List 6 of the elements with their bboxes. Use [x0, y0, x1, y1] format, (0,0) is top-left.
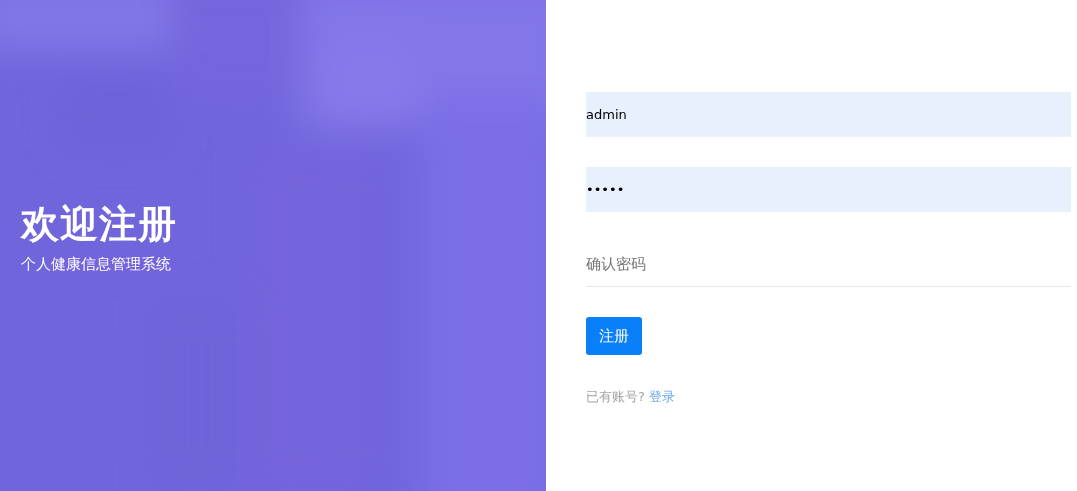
register-button[interactable]: 注册 — [586, 317, 642, 355]
account-prompt: 已有账号? — [586, 388, 645, 406]
input-field[interactable]: admin — [586, 92, 1071, 137]
input-field[interactable]: ••••• — [586, 167, 1071, 212]
welcome-title: 欢迎注册 — [21, 201, 177, 248]
system-subtitle: 个人健康信息管理系统 — [21, 255, 172, 274]
